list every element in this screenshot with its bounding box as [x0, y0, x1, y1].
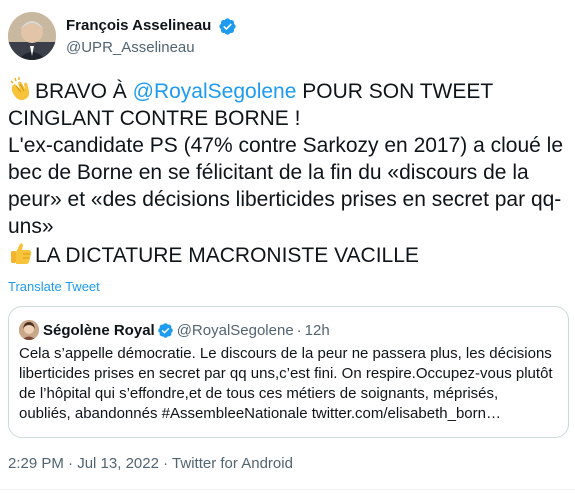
quoted-author-display-name: Ségolène Royal — [43, 321, 155, 339]
tweet-body: BRAVO À @RoyalSegolene POUR SON TWEET CI… — [8, 76, 568, 269]
tweet-source: Twitter for Android — [172, 455, 293, 472]
quoted-separator: · — [296, 321, 302, 339]
author-handle[interactable]: @UPR_Asselineau — [66, 38, 237, 58]
tweet-text-dictature: LA DICTATURE MACRONISTE VACILLE — [35, 244, 419, 267]
tweet-date[interactable]: Jul 13, 2022 — [77, 455, 159, 472]
bottom-divider — [0, 489, 575, 490]
thumbs-up-emoji-icon — [11, 243, 32, 264]
meta-separator-1: · — [68, 455, 74, 472]
tweet-text-paragraph: L'ex-candidate PS (47% contre Sarkozy en… — [8, 134, 564, 238]
tweet-time[interactable]: 2:29 PM — [8, 455, 64, 472]
quoted-tweet-text: Cela s’appelle démocratie. Le discours d… — [19, 345, 553, 422]
tweet-card: François Asselineau @UPR_Asselineau BRAV… — [0, 0, 575, 494]
quoted-timestamp[interactable]: 12h — [305, 322, 330, 339]
tweet-header: François Asselineau @UPR_Asselineau — [8, 12, 568, 62]
quoted-verified-badge-icon — [157, 322, 173, 338]
translate-tweet-link[interactable]: Translate Tweet — [8, 279, 100, 295]
tweet-metadata: 2:29 PM · Jul 13, 2022 · Twitter for And… — [8, 454, 293, 474]
meta-separator-2: · — [163, 455, 169, 472]
author-display-name[interactable]: François Asselineau — [66, 16, 211, 36]
verified-badge-icon — [219, 17, 236, 35]
clapping-hands-emoji-icon — [10, 77, 30, 101]
quoted-author-handle: @RoyalSegolene — [176, 321, 294, 339]
tweet-text-bravo: BRAVO À — [35, 80, 133, 103]
quoted-author-avatar — [19, 320, 39, 340]
quoted-tweet[interactable]: Ségolène Royal @RoyalSegolene · 12h Cela s… — [8, 306, 569, 438]
author-avatar[interactable] — [8, 12, 56, 60]
mention-link-royalsegolene[interactable]: @RoyalSegolene — [133, 80, 297, 103]
